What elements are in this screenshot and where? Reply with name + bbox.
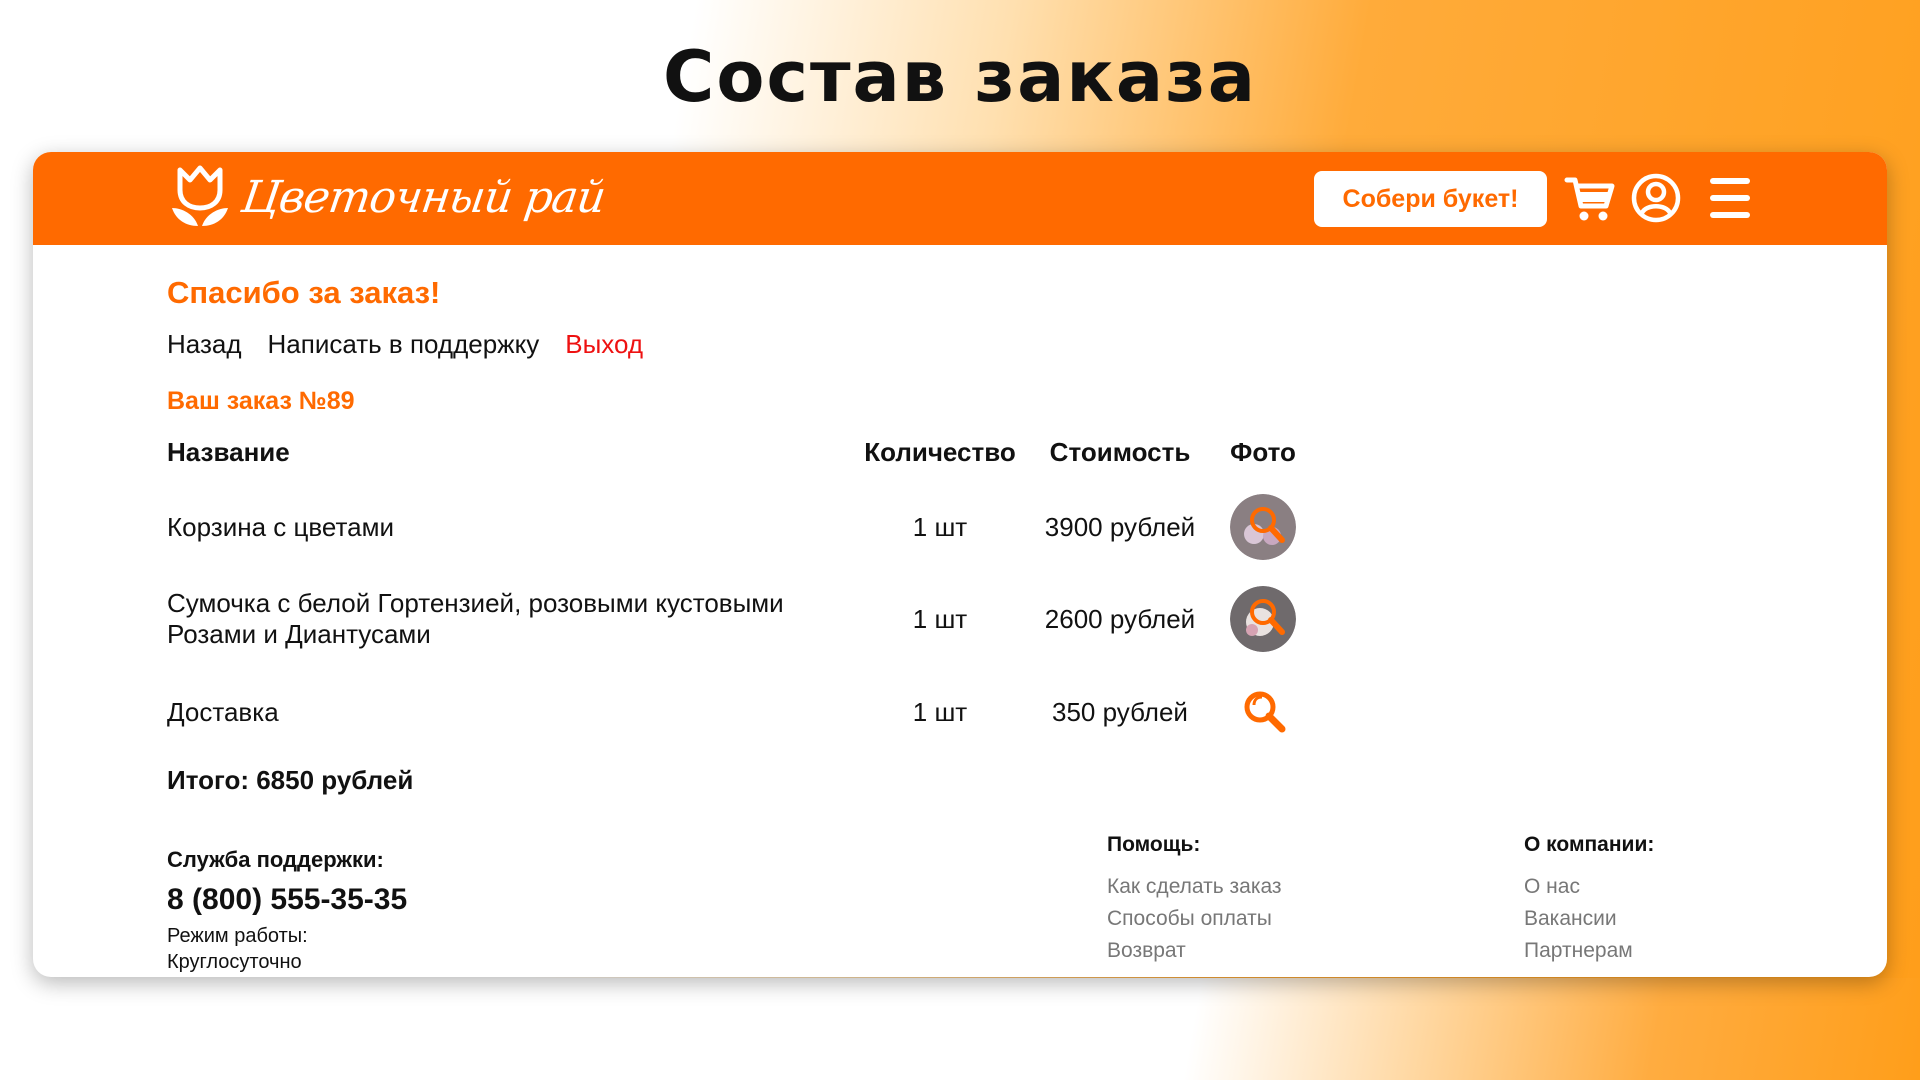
photo-thumbnail[interactable] xyxy=(1230,586,1296,652)
item-qty: 1 шт xyxy=(912,696,968,727)
slide-title: Состав заказа xyxy=(663,36,1257,118)
user-icon[interactable] xyxy=(1630,172,1682,224)
hours-value: Круглосуточно xyxy=(167,951,302,973)
item-name: Сумочка с белой Гортензией, розовыми кус… xyxy=(167,588,784,649)
header-name: Название xyxy=(167,436,290,467)
header-cost: Стоимость xyxy=(1049,436,1191,467)
table-header-row: Название Количество Стоимость Фото xyxy=(167,417,1311,487)
thanks-heading: Спасибо за заказ! xyxy=(167,275,441,310)
page-nav: Назад Написать в поддержку Выход xyxy=(167,329,669,360)
table-row: Корзина с цветами 1 шт 3900 рублей xyxy=(167,487,1311,567)
logo-text: Цветочный рай xyxy=(238,171,609,223)
logout-link[interactable]: Выход xyxy=(565,329,643,360)
back-link[interactable]: Назад xyxy=(167,329,242,360)
background-gradient xyxy=(0,978,1920,1080)
order-table: Название Количество Стоимость Фото Корзи… xyxy=(167,417,1311,753)
support-phone[interactable]: 8 (800) 555-35-35 xyxy=(167,883,407,917)
photo-thumbnail[interactable] xyxy=(1230,494,1296,560)
item-qty: 1 шт xyxy=(912,603,968,634)
item-photo-cell xyxy=(1215,567,1311,671)
footer-link[interactable]: Способы оплаты xyxy=(1107,903,1282,935)
footer-link[interactable]: О нас xyxy=(1524,871,1654,903)
order-number: Ваш заказ №89 xyxy=(167,387,355,415)
header-qty: Количество xyxy=(864,436,1016,467)
table-row: Сумочка с белой Гортензией, розовыми кус… xyxy=(167,567,1311,671)
help-title: Помощь: xyxy=(1107,833,1201,856)
footer-link[interactable]: Как сделать заказ xyxy=(1107,871,1282,903)
item-photo-cell xyxy=(1215,487,1311,567)
cart-icon[interactable] xyxy=(1564,172,1616,224)
help-links: Помощь: Как сделать заказ Способы оплаты… xyxy=(1107,833,1282,967)
support-block: Служба поддержки: 8 (800) 555-35-35 Режи… xyxy=(167,847,407,975)
company-title: О компании: xyxy=(1524,833,1655,856)
magnifier-icon xyxy=(1244,691,1286,733)
site-header: Цветочный рай Собери букет! xyxy=(33,152,1887,245)
item-cost: 350 рублей xyxy=(1052,696,1188,727)
tulip-logo-icon xyxy=(172,165,228,226)
footer-link[interactable]: Партнерам xyxy=(1524,935,1654,967)
table-row: Доставка 1 шт 350 рублей xyxy=(167,671,1311,753)
site-screenshot: Цветочный рай Собери букет! Спасибо за з… xyxy=(33,152,1887,977)
menu-icon[interactable] xyxy=(1706,172,1758,224)
build-bouquet-button[interactable]: Собери букет! xyxy=(1314,171,1547,227)
item-photo-cell xyxy=(1215,671,1311,753)
photo-thumbnail[interactable] xyxy=(1230,679,1296,745)
footer-link[interactable]: Возврат xyxy=(1107,935,1282,967)
item-qty: 1 шт xyxy=(912,511,968,542)
item-cost: 3900 рублей xyxy=(1044,511,1196,542)
company-links: О компании: О нас Вакансии Партнерам xyxy=(1524,833,1654,967)
order-total: Итого: 6850 рублей xyxy=(167,765,414,795)
header-photo: Фото xyxy=(1230,436,1296,467)
item-name: Доставка xyxy=(167,696,279,727)
support-link[interactable]: Написать в поддержку xyxy=(268,329,540,360)
magnifier-icon xyxy=(1230,586,1296,652)
magnifier-icon xyxy=(1230,494,1296,560)
support-label: Служба поддержки: xyxy=(167,847,384,872)
item-name: Корзина с цветами xyxy=(167,511,394,542)
item-cost: 2600 рублей xyxy=(1044,603,1196,634)
logo[interactable]: Цветочный рай xyxy=(168,164,608,230)
hours-label: Режим работы: xyxy=(167,925,308,947)
order-page: Спасибо за заказ! Назад Написать в подде… xyxy=(167,245,1887,977)
footer-link[interactable]: Вакансии xyxy=(1524,903,1654,935)
